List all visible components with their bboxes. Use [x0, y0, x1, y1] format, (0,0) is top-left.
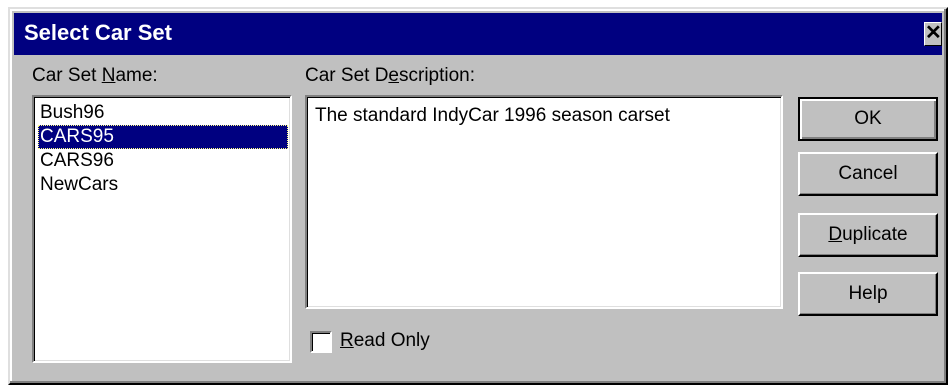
list-item-newcars[interactable]: NewCars: [38, 173, 118, 197]
car-set-description-label-post: scription:: [399, 65, 476, 86]
car-set-name-label-post: ame:: [115, 65, 158, 86]
title-bar[interactable]: Select Car Set ✕: [14, 13, 942, 55]
car-set-list[interactable]: Bush96 CARS95 CARS96 NewCars: [32, 95, 292, 363]
list-item-cars95[interactable]: CARS95: [38, 125, 288, 149]
duplicate-button[interactable]: Duplicate: [798, 213, 938, 257]
select-car-set-dialog: Select Car Set ✕ Car Set Name: Bush96 CA…: [8, 7, 948, 385]
help-button[interactable]: Help: [798, 272, 938, 316]
close-icon: ✕: [925, 22, 942, 44]
car-set-description-field[interactable]: The standard IndyCar 1996 season carset: [305, 95, 783, 309]
close-button[interactable]: ✕: [924, 22, 942, 46]
list-item-bush96[interactable]: Bush96: [38, 101, 104, 125]
car-set-name-label: Car Set Name:: [32, 65, 158, 87]
cancel-button[interactable]: Cancel: [798, 152, 938, 196]
car-set-name-label-pre: Car Set: [32, 65, 102, 86]
car-set-description-label: Car Set Description:: [305, 65, 475, 87]
read-only-label-accel: R: [340, 330, 354, 351]
ok-button[interactable]: OK: [798, 97, 938, 141]
car-set-description-label-accel: e: [388, 65, 399, 86]
read-only-label-post: ead Only: [353, 330, 430, 351]
dialog-title: Select Car Set: [24, 20, 172, 45]
car-set-description-value: The standard IndyCar 1996 season carset: [315, 105, 670, 126]
car-set-name-label-accel: N: [101, 65, 116, 86]
read-only-checkbox[interactable]: [310, 331, 332, 353]
list-item-cars96[interactable]: CARS96: [38, 149, 114, 173]
car-set-description-label-pre: Car Set D: [305, 65, 389, 86]
read-only-label[interactable]: Read Only: [340, 330, 430, 352]
duplicate-button-label: uplicate: [842, 224, 908, 245]
duplicate-button-accel: D: [828, 224, 843, 245]
